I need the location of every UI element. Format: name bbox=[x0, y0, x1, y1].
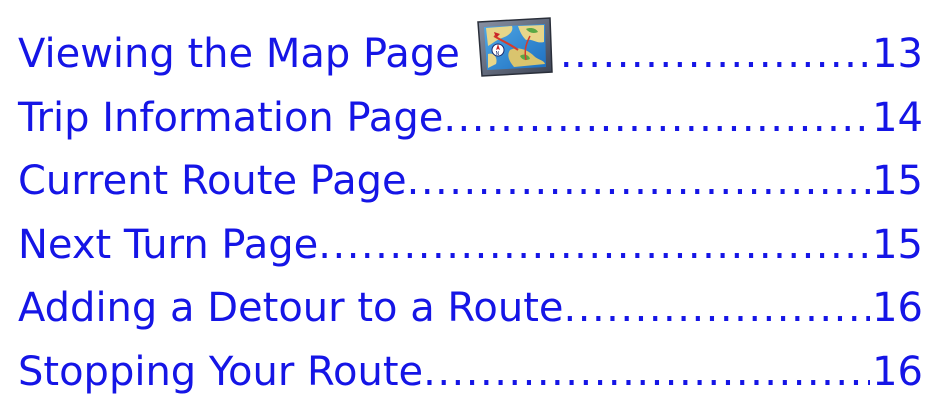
toc-entry-page-number[interactable]: 16 bbox=[870, 352, 923, 398]
toc-dot-leader bbox=[443, 98, 870, 144]
toc-dot-leader bbox=[564, 288, 871, 334]
toc-entry-title[interactable]: Stopping Your Route bbox=[18, 352, 423, 398]
toc-entry-adding-a-detour[interactable]: Adding a Detour to a Route 16 bbox=[18, 271, 923, 335]
toc-dot-leader bbox=[560, 34, 870, 80]
toc-entry-title[interactable]: Next Turn Page bbox=[18, 225, 318, 271]
toc-entry-title[interactable]: Viewing the Map Page bbox=[18, 34, 460, 80]
toc-entry-trip-information-page[interactable]: Trip Information Page 14 bbox=[18, 80, 923, 144]
toc-entry-current-route-page[interactable]: Current Route Page 15 bbox=[18, 144, 923, 208]
toc-entry-page-number[interactable]: 14 bbox=[870, 98, 923, 144]
toc-dot-leader bbox=[318, 225, 870, 271]
toc-dot-leader bbox=[407, 161, 870, 207]
toc-dot-leader bbox=[423, 352, 870, 398]
toc-entry-page-number[interactable]: 16 bbox=[870, 288, 923, 334]
toc-entry-title[interactable]: Trip Information Page bbox=[18, 98, 443, 144]
table-of-contents: Viewing the Map Page N ..... 13 Trip Inf… bbox=[18, 14, 923, 398]
toc-entry-stopping-your-route[interactable]: Stopping Your Route 16 bbox=[18, 334, 923, 398]
toc-entry-title[interactable]: Current Route Page bbox=[18, 161, 407, 207]
svg-text:N: N bbox=[495, 51, 499, 57]
toc-entry-title[interactable]: Adding a Detour to a Route bbox=[18, 288, 564, 334]
toc-entry-page-number[interactable]: 15 bbox=[870, 161, 923, 207]
toc-entry-page-number[interactable]: 15 bbox=[870, 225, 923, 271]
map-icon: N bbox=[474, 16, 554, 78]
toc-entry-viewing-the-map-page[interactable]: Viewing the Map Page N ..... 13 bbox=[18, 14, 923, 80]
toc-entry-page-number[interactable]: 13 bbox=[870, 34, 923, 80]
toc-entry-next-turn-page[interactable]: Next Turn Page 15 bbox=[18, 207, 923, 271]
